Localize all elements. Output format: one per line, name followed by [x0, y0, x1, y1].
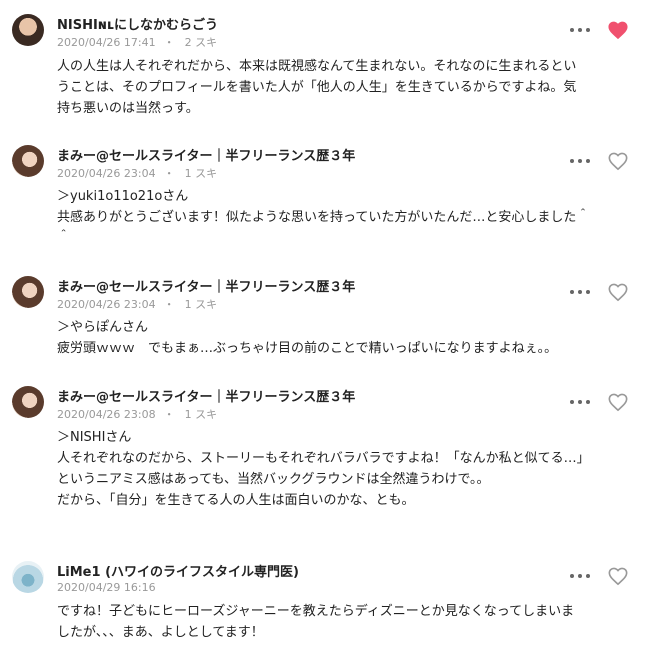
- more-options-icon[interactable]: [570, 397, 590, 407]
- comment-author[interactable]: NISHIɴʟにしなかむらごう: [57, 14, 218, 33]
- meta-separator: ・: [163, 298, 175, 311]
- comment-author[interactable]: まみー@セールスライター｜半フリーランス歴３年: [57, 145, 355, 164]
- avatar[interactable]: [12, 145, 44, 177]
- comment-date: 2020/04/29 16:16: [57, 581, 156, 594]
- heart-icon[interactable]: [607, 282, 629, 302]
- avatar[interactable]: [12, 561, 44, 593]
- comment-line: ＞yuki1o11o21oさん: [57, 189, 189, 204]
- meta-separator: ・: [163, 36, 175, 49]
- comment-author[interactable]: まみー@セールスライター｜半フリーランス歴３年: [57, 386, 355, 405]
- comment-line: というニアミス感はあっても、当然バックグラウンドは全然違うわけで。。: [57, 472, 490, 487]
- like-count[interactable]: 1 スキ: [185, 408, 218, 421]
- comment-meta: 2020/04/26 23:04 ・ 1 スキ: [57, 165, 217, 181]
- like-count[interactable]: 2 スキ: [185, 36, 218, 49]
- comment-body: ＞NISHIさん 人それぞれなのだから、ストーリーもそれぞれバラバラですよね！「…: [57, 427, 627, 511]
- comment-meta: 2020/04/26 17:41 ・ 2 スキ: [57, 34, 217, 50]
- comment-author[interactable]: まみー@セールスライター｜半フリーランス歴３年: [57, 276, 355, 295]
- more-options-icon[interactable]: [570, 287, 590, 297]
- comment-line: 人それぞれなのだから、ストーリーもそれぞれバラバラですよね！「なんか私と似てる……: [57, 451, 590, 466]
- like-count[interactable]: 1 スキ: [185, 298, 218, 311]
- heart-icon[interactable]: [607, 392, 629, 412]
- comment-body: ですね！子どもにヒーローズジャーニーを教えたらディズニーとか見なくなってしまいま…: [57, 601, 627, 643]
- heart-icon-liked[interactable]: [607, 20, 629, 40]
- comment-meta: 2020/04/26 23:08 ・ 1 スキ: [57, 406, 217, 422]
- more-options-icon[interactable]: [570, 25, 590, 35]
- comment-line: 人の人生は人それぞれだから、本来は既視感なんて生まれない。それなのに生まれるとい: [57, 59, 577, 74]
- meta-separator: ・: [163, 167, 175, 180]
- comment-line: ですね！子どもにヒーローズジャーニーを教えたらディズニーとか見なくなってしまいま: [57, 604, 575, 619]
- comment-line: ＾: [57, 231, 71, 246]
- comment-author[interactable]: LiMe1 (ハワイのライフスタイル専門医): [57, 561, 299, 580]
- comment-line: したが、、、まあ、よしとしてます！: [57, 625, 264, 640]
- comment-line: ＞NISHIさん: [57, 430, 132, 445]
- comment-date: 2020/04/26 23:04: [57, 167, 156, 180]
- avatar[interactable]: [12, 276, 44, 308]
- comment-meta: 2020/04/26 23:04 ・ 1 スキ: [57, 296, 217, 312]
- comment-line: うことは、そのプロフィールを書いた人が「他人の人生」を生きているからですよね。気: [57, 80, 577, 95]
- like-count[interactable]: 1 スキ: [185, 167, 218, 180]
- heart-icon[interactable]: [607, 566, 629, 586]
- more-options-icon[interactable]: [570, 156, 590, 166]
- comment-line: だから、「自分」を生きてる人の人生は面白いのかな、とも。: [57, 493, 415, 508]
- comment-line: ＞やらぽんさん: [57, 320, 149, 335]
- more-options-icon[interactable]: [570, 571, 590, 581]
- comment-body: 人の人生は人それぞれだから、本来は既視感なんて生まれない。それなのに生まれるとい…: [57, 56, 627, 119]
- avatar[interactable]: [12, 14, 44, 46]
- comment-line: 共感ありがとうございます！似たような思いを持っていた方がいたんだ…と安心しました…: [57, 210, 590, 225]
- meta-separator: ・: [163, 408, 175, 421]
- comment-body: ＞やらぽんさん 疲労頭ｗｗｗ でもまぁ…ぶっちゃけ目の前のことで精いっぱいになり…: [57, 317, 627, 359]
- comment-date: 2020/04/26 17:41: [57, 36, 156, 49]
- comment-line: 疲労頭ｗｗｗ でもまぁ…ぶっちゃけ目の前のことで精いっぱいになりますよねぇ。。: [57, 341, 558, 356]
- comment-line: 持ち悪いのは当然っす。: [57, 101, 199, 116]
- comment-meta: 2020/04/29 16:16: [57, 581, 156, 594]
- comment-date: 2020/04/26 23:08: [57, 408, 156, 421]
- heart-icon[interactable]: [607, 151, 629, 171]
- avatar[interactable]: [12, 386, 44, 418]
- comment-body: ＞yuki1o11o21oさん 共感ありがとうございます！似たような思いを持って…: [57, 186, 627, 249]
- comment-date: 2020/04/26 23:04: [57, 298, 156, 311]
